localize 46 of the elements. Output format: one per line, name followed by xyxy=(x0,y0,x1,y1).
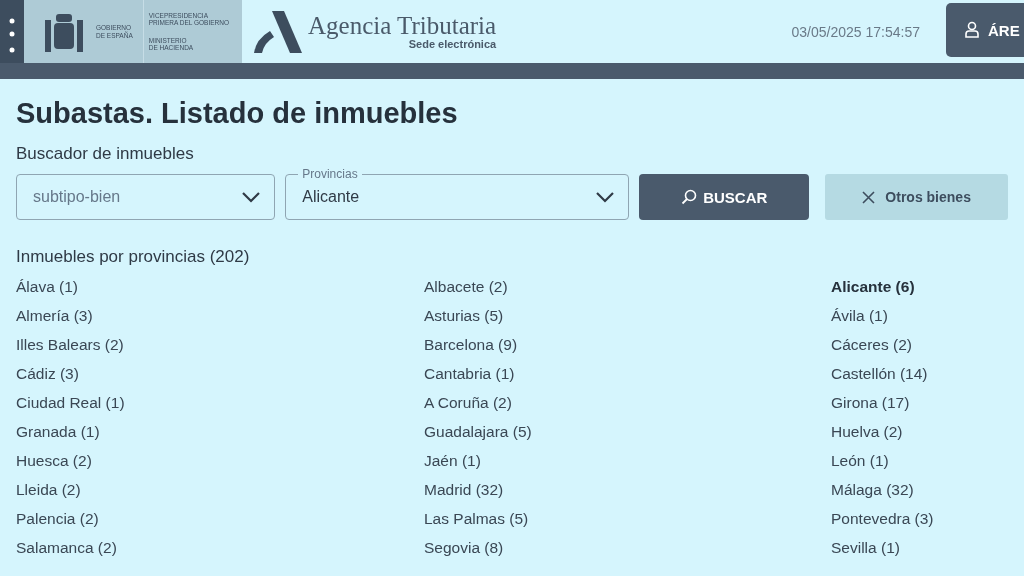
subtype-dropdown[interactable]: subtipo-bien xyxy=(16,174,276,220)
province-link[interactable]: Jaén (1) xyxy=(424,451,831,470)
other-assets-button[interactable]: Otros bienes xyxy=(825,174,1008,220)
agency-logo-icon xyxy=(252,8,302,55)
province-link[interactable]: Cádiz (3) xyxy=(16,364,424,383)
province-link[interactable]: Álava (1) xyxy=(16,277,424,296)
search-label: Buscador de inmuebles xyxy=(16,144,195,164)
province-link[interactable]: Pontevedra (3) xyxy=(831,509,1008,528)
province-link[interactable]: Castellón (14) xyxy=(831,364,1008,383)
province-link[interactable]: Girona (17) xyxy=(831,393,1008,412)
province-link[interactable]: Ciudad Real (1) xyxy=(16,393,424,412)
province-link[interactable]: Las Palmas (5) xyxy=(424,509,831,528)
province-link[interactable]: León (1) xyxy=(831,451,1008,470)
date-time: 03/05/2025 17:54:57 xyxy=(791,23,920,40)
agency-name: Agencia Tributaria xyxy=(308,13,497,38)
province-link[interactable]: Sevilla (1) xyxy=(831,538,1008,557)
user-area-button[interactable]: ÁRE xyxy=(946,3,1024,57)
search-icon xyxy=(681,189,698,205)
province-link[interactable]: Illes Balears (2) xyxy=(16,335,424,354)
province-link[interactable]: Segovia (8) xyxy=(424,538,831,557)
list-heading: Inmuebles por provincias (202) xyxy=(16,247,251,267)
chevron-down-icon xyxy=(242,191,261,203)
province-link[interactable]: Barcelona (9) xyxy=(424,335,831,354)
site-subtitle: Sede electrónica xyxy=(408,38,497,50)
search-button[interactable]: BUSCAR xyxy=(639,174,810,220)
province-link[interactable]: Málaga (32) xyxy=(831,480,1008,499)
province-link[interactable]: Lleida (2) xyxy=(16,480,424,499)
province-link[interactable]: Albacete (2) xyxy=(424,277,831,296)
province-link[interactable]: Cantabria (1) xyxy=(424,364,831,383)
close-icon xyxy=(862,190,876,204)
page-title: Subastas. Listado de inmuebles xyxy=(16,97,459,130)
province-link[interactable]: Huelva (2) xyxy=(831,422,1008,441)
province-link[interactable]: Palencia (2) xyxy=(16,509,424,528)
province-link[interactable]: Huesca (2) xyxy=(16,451,424,470)
chevron-down-icon xyxy=(596,191,615,203)
user-icon xyxy=(964,21,980,39)
province-link[interactable]: Cáceres (2) xyxy=(831,335,1008,354)
province-link[interactable]: Granada (1) xyxy=(16,422,424,441)
province-link[interactable]: Madrid (32) xyxy=(424,480,831,499)
province-link[interactable]: Almería (3) xyxy=(16,306,424,325)
province-link[interactable]: Alicante (6) xyxy=(831,277,1008,296)
province-link[interactable]: Salamanca (2) xyxy=(16,538,424,557)
province-link[interactable]: Ávila (1) xyxy=(831,306,1008,325)
province-link[interactable]: Asturias (5) xyxy=(424,306,831,325)
province-link[interactable]: Guadalajara (5) xyxy=(424,422,831,441)
province-link[interactable]: A Coruña (2) xyxy=(424,393,831,412)
